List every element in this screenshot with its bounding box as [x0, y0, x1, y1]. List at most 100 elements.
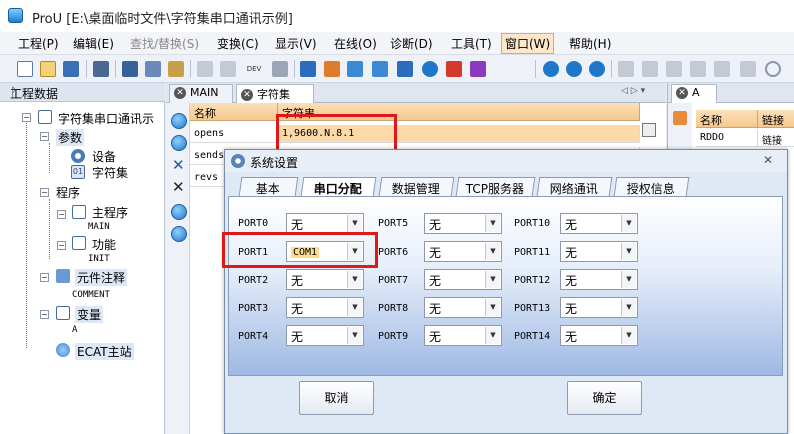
menu-transform[interactable]: 变换(C) [214, 35, 262, 52]
var-row-link[interactable]: 链接 [758, 129, 794, 147]
tab-serial-assign[interactable]: 串口分配 [300, 177, 377, 196]
expand-root-toggle[interactable]: − [22, 113, 31, 122]
coil-icon[interactable] [666, 61, 682, 77]
port-select[interactable]: 无 ▼ [560, 269, 638, 290]
tree-function[interactable]: 功能 [92, 236, 116, 253]
port-select[interactable]: 无 ▼ [560, 241, 638, 262]
dev-tool-icon[interactable] [272, 61, 288, 77]
col-header-name[interactable]: 名称 [190, 103, 278, 121]
tab-data-management[interactable]: 数据管理 [378, 177, 455, 196]
new-file-icon[interactable] [17, 61, 33, 77]
open-folder-icon[interactable] [40, 61, 56, 77]
move-down-icon[interactable] [171, 135, 187, 151]
cancel-button[interactable]: 取消 [299, 381, 374, 415]
menu-edit[interactable]: 编辑(E) [70, 35, 117, 52]
run-icon[interactable] [543, 61, 559, 77]
port-select[interactable]: 无 ▼ [560, 297, 638, 318]
grid-menu-icon[interactable] [642, 123, 656, 137]
tab-basic[interactable]: 基本 [238, 177, 299, 196]
menu-find-replace[interactable]: 查找/替换(S) [127, 35, 202, 52]
tab-license[interactable]: 授权信息 [613, 177, 690, 196]
contact-icon[interactable] [618, 61, 634, 77]
expand-variable-toggle[interactable]: − [40, 310, 49, 319]
tab-variable-a[interactable]: ✕ A [671, 84, 717, 103]
undo-icon[interactable] [197, 61, 213, 77]
port-select[interactable]: 无 ▼ [286, 325, 364, 346]
cross-arrows-icon[interactable] [397, 61, 413, 77]
stop-icon[interactable] [566, 61, 582, 77]
download-icon[interactable] [300, 61, 316, 77]
ok-button[interactable]: 确定 [567, 381, 642, 415]
window-icon[interactable] [347, 61, 363, 77]
close-tab-icon[interactable]: ✕ [676, 87, 688, 99]
tree-ecat[interactable]: ECAT主站 [75, 343, 134, 360]
tree-comment-sub[interactable]: COMMENT [72, 290, 110, 300]
menu-project[interactable]: 工程(P) [15, 35, 62, 52]
tab-tcp-server[interactable]: TCP服务器 [455, 177, 536, 196]
close-tab-icon[interactable]: ✕ [174, 87, 186, 99]
add-variable-icon[interactable] [673, 111, 687, 125]
expand-main-toggle[interactable]: − [57, 210, 66, 219]
import-icon[interactable] [171, 204, 187, 220]
col-header-link[interactable]: 链接 [758, 110, 794, 128]
expand-comment-toggle[interactable]: − [40, 273, 49, 282]
tree-charset[interactable]: 字符集 [92, 164, 128, 181]
compile-icon[interactable] [324, 61, 340, 77]
cut-icon[interactable] [122, 61, 138, 77]
pin-icon[interactable]: ᚹ [10, 85, 17, 99]
tree-device[interactable]: 设备 [92, 148, 116, 165]
col-header-var-name[interactable]: 名称 [696, 110, 758, 128]
tab-charset[interactable]: ✕ 字符集 [236, 84, 314, 103]
copy-icon[interactable] [145, 61, 161, 77]
delete-all-icon[interactable]: ✕ [172, 178, 185, 196]
port-select[interactable]: 无 ▼ [424, 213, 502, 234]
upload-icon[interactable] [470, 61, 486, 77]
menu-tools[interactable]: 工具(T) [448, 35, 495, 52]
paste-icon[interactable] [168, 61, 184, 77]
tree-main[interactable]: MAIN [88, 222, 110, 232]
menu-diagnose[interactable]: 诊断(D) [387, 35, 436, 52]
port-select[interactable]: 无 ▼ [560, 325, 638, 346]
tree-comment[interactable]: 元件注释 [75, 269, 128, 286]
expand-params-toggle[interactable]: − [40, 132, 49, 141]
save-icon[interactable] [63, 61, 79, 77]
contact-nc-icon[interactable] [642, 61, 658, 77]
port-select[interactable]: 无 ▼ [424, 241, 502, 262]
tree-program[interactable]: 程序 [56, 184, 80, 201]
var-row-name[interactable]: RDDO [696, 129, 758, 147]
tree-variable[interactable]: 变量 [75, 306, 104, 323]
menu-help[interactable]: 帮助(H) [566, 35, 614, 52]
line-icon[interactable] [690, 61, 706, 77]
download-red-icon[interactable] [446, 61, 462, 77]
tab-nav-icon[interactable]: ◁ ▷ ▾ [621, 86, 645, 96]
port-select[interactable]: 无 ▼ [560, 213, 638, 234]
tree-var-a[interactable]: A [72, 325, 77, 335]
tab-main[interactable]: ✕ MAIN [169, 84, 233, 103]
port-select[interactable]: 无 ▼ [286, 213, 364, 234]
close-tab-icon[interactable]: ✕ [241, 89, 253, 101]
export-icon[interactable] [171, 226, 187, 242]
zoom-icon[interactable] [765, 61, 781, 77]
print-icon[interactable] [93, 61, 109, 77]
menu-window[interactable]: 窗口(W) [501, 33, 555, 54]
tab-network[interactable]: 网络通讯 [536, 177, 613, 196]
port-select[interactable]: 无 ▼ [424, 269, 502, 290]
redo-icon[interactable] [220, 61, 236, 77]
reset-icon[interactable] [589, 61, 605, 77]
port-select[interactable]: 无 ▼ [424, 325, 502, 346]
tree-init[interactable]: INIT [88, 254, 110, 264]
menu-view[interactable]: 显示(V) [272, 35, 320, 52]
expand-function-toggle[interactable]: − [57, 241, 66, 250]
dev-icon[interactable]: DEV [246, 61, 262, 77]
pause-icon[interactable] [422, 61, 438, 77]
tree-main-program[interactable]: 主程序 [92, 204, 128, 221]
port-select[interactable]: 无 ▼ [286, 297, 364, 318]
menu-online[interactable]: 在线(O) [331, 35, 380, 52]
close-icon[interactable]: ✕ [763, 153, 773, 167]
vline-icon[interactable] [714, 61, 730, 77]
ladder-icon[interactable] [740, 61, 756, 77]
move-up-icon[interactable] [171, 113, 187, 129]
expand-program-toggle[interactable]: − [40, 188, 49, 197]
port-select[interactable]: 无 ▼ [286, 269, 364, 290]
monitor-icon[interactable] [372, 61, 388, 77]
